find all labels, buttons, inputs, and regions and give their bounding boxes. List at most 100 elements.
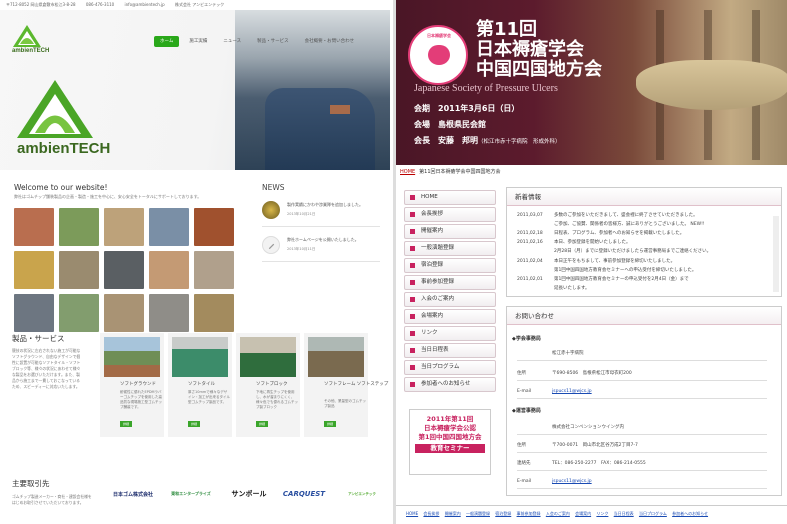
contact-value: 松江赤十字病院 (552, 351, 584, 356)
contact-row: 住所 〒690-8506 島根県松江市母衣町200 (517, 367, 767, 381)
pencil-icon (262, 236, 280, 254)
news-date: 2011,02,01 (517, 277, 543, 282)
product-card[interactable]: ソフトグラウンド 耐候性に優れたEPDMラバーゴムチップを使用した高品質な現場施… (100, 333, 164, 437)
news-scrollbar[interactable] (773, 216, 779, 292)
info-affiliation: （松江市赤十字病院 形成外科） (478, 139, 561, 145)
logo-icon (13, 25, 41, 47)
secretariat-heading: ◆学会事務局 (512, 336, 541, 342)
product-image (240, 337, 296, 377)
tile-swatch[interactable] (149, 294, 189, 332)
product-detail-button[interactable]: 詳細 (324, 421, 336, 427)
product-card[interactable]: ソフトタイル 厚さ10mmで様々なデザイン・加工が出来るタイル型ゴムチップ製品で… (168, 333, 232, 437)
footer-link[interactable]: 会長挨拶 (423, 511, 439, 516)
menu-item[interactable]: 宿泊登録 (404, 258, 496, 273)
partner-logo[interactable]: 日本ゴム株式会社 (105, 484, 161, 504)
footer-link[interactable]: 事前参加登録 (517, 511, 541, 516)
tile-swatch[interactable] (14, 294, 54, 332)
info-key: 会長 (414, 136, 430, 145)
product-name: ソフトタイル (188, 382, 215, 387)
news-row: ご参加、ご協賛、関係者の皆様方、誠にありがとうございました。 NEW!! (517, 221, 705, 227)
partner-logo[interactable]: サンポール (221, 484, 277, 504)
footer-link[interactable]: 一般演題登録 (466, 511, 490, 516)
product-card[interactable]: ソフトブロック 下地に再生チップを使用し、水が溜まりにくく、様々色でも優れるゴム… (236, 333, 300, 437)
badge-text: 日本褥瘡学会 (427, 33, 451, 38)
product-detail-button[interactable]: 詳細 (120, 421, 132, 427)
product-detail-button[interactable]: 詳細 (256, 421, 268, 427)
news-item[interactable]: 製作実績にかわや渉業隊を追加しました。 2013年10月21日 (262, 197, 380, 227)
partner-logo[interactable]: アンビエンテック (334, 484, 390, 504)
email-link[interactable]: jspucs11@wjcs.jp (552, 479, 592, 484)
tile-swatch[interactable] (104, 251, 144, 289)
welcome-title: Welcome to our website! (14, 183, 108, 192)
site-logo[interactable]: ambienTECH (12, 24, 52, 58)
tile-swatch[interactable] (194, 251, 234, 289)
breadcrumb-home[interactable]: HOME (400, 169, 415, 175)
news-text: 延長いたします。 (554, 286, 590, 291)
tile-swatch[interactable] (59, 294, 99, 332)
email-link[interactable]: info@ambientech.jp (125, 2, 165, 7)
footer-link[interactable]: 宿泊登録 (495, 511, 511, 516)
info-venue: 会場 島根県民会館 (414, 119, 486, 130)
footer-link[interactable]: 参加者へのお知らせ (672, 511, 708, 516)
menu-item[interactable]: 一般演題登録 (404, 241, 496, 256)
email-link[interactable]: jspucs11@wjcs.jp (552, 389, 592, 394)
product-card[interactable]: ソフトフレーム ソフトステップ その他、業量型のゴムチップ製品 詳細 (304, 333, 388, 437)
menu-item[interactable]: 参加者へのお知らせ (404, 377, 496, 392)
footer-nav: HOME 会長挨拶 開催案内 一般演題登録 宿泊登録 事前参加登録 入会のご案内… (396, 505, 787, 517)
contact-row: E-mail jspucs11@wjcs.jp (517, 475, 767, 489)
news-text: 本日、参加登録を開始いたしました。 (554, 240, 631, 245)
tile-swatch[interactable] (194, 294, 234, 332)
footer-link[interactable]: 当日プログラム (639, 511, 667, 516)
tile-swatch[interactable] (59, 251, 99, 289)
tile-swatch[interactable] (149, 251, 189, 289)
footer-link[interactable]: 入会のご案内 (546, 511, 570, 516)
nav-works[interactable]: 施工実績 (183, 36, 213, 47)
tile-swatch[interactable] (59, 208, 99, 246)
menu-item[interactable]: 当日プログラム (404, 360, 496, 375)
hero-logo-text: ambienTECH (17, 140, 111, 157)
tile-swatch[interactable] (104, 208, 144, 246)
tile-swatch[interactable] (104, 294, 144, 332)
promo-line: 教育セミナー (415, 444, 485, 453)
footer-link[interactable]: 会場案内 (575, 511, 591, 516)
heart-icon (428, 45, 450, 65)
footer-link[interactable]: 開催案内 (445, 511, 461, 516)
tile-swatch[interactable] (14, 251, 54, 289)
product-image (172, 337, 228, 377)
news-text: 製作実績にかわや渉業隊を追加しました。 (287, 202, 363, 207)
info-value: 2011年3月6日（日） (438, 104, 520, 113)
footer-link[interactable]: 当日日程表 (614, 511, 634, 516)
menu-item[interactable]: リンク (404, 326, 496, 341)
conference-subtitle: Japanese Society of Pressure Ulcers (414, 83, 558, 94)
tile-swatch[interactable] (194, 208, 234, 246)
product-detail-button[interactable]: 詳細 (188, 421, 200, 427)
seminar-banner[interactable]: 2011年第11回 日本褥瘡学会公認 第1回中国四国地方会 教育セミナー (409, 409, 491, 475)
nav-company[interactable]: 会社概要・お問い合わせ (299, 36, 361, 47)
footer-link[interactable]: HOME (406, 511, 418, 516)
menu-item[interactable]: 入会のご案内 (404, 292, 496, 307)
footer-link[interactable]: リンク (596, 511, 608, 516)
tile-swatch[interactable] (14, 208, 54, 246)
product-desc: 耐候性に優れたEPDMラバーゴムチップを使用した高品質な現場施工型ゴムチップ舗装… (120, 390, 162, 409)
title-line: 第11回 (476, 19, 538, 40)
menu-item[interactable]: 開催案内 (404, 224, 496, 239)
partner-logo[interactable]: CARQUEST (276, 484, 332, 504)
menu-item[interactable]: 会場案内 (404, 309, 496, 324)
address-text: 〒712-8052 岡山県倉敷市松江3-8-28 (6, 2, 76, 7)
news-item[interactable]: 弊社ホームページを公開いたしました。 2013年10月11日 (262, 232, 380, 262)
menu-item[interactable]: 会長挨拶 (404, 207, 496, 222)
news-title: NEWS (262, 183, 285, 192)
menu-item[interactable]: 当日日程表 (404, 343, 496, 358)
nav-home[interactable]: ホーム (154, 36, 180, 47)
hero-banner: ambienTECH ホーム 施工実績 ニュース 製品・サービス 会社概要・お問… (0, 10, 390, 170)
news-thumbnail (262, 201, 280, 219)
tile-swatch[interactable] (149, 208, 189, 246)
partner-logo[interactable]: 東和エンタープライズ (163, 484, 219, 504)
menu-item[interactable]: HOME (404, 190, 496, 205)
menu-item[interactable]: 事前参加登録 (404, 275, 496, 290)
news-date: 2011,03,07 (517, 213, 543, 218)
info-date: 会期 2011年3月6日（日） (414, 103, 519, 114)
nav-news[interactable]: ニュース (217, 36, 247, 47)
contact-key: E-mail (517, 389, 532, 394)
nav-products[interactable]: 製品・サービス (251, 36, 295, 47)
